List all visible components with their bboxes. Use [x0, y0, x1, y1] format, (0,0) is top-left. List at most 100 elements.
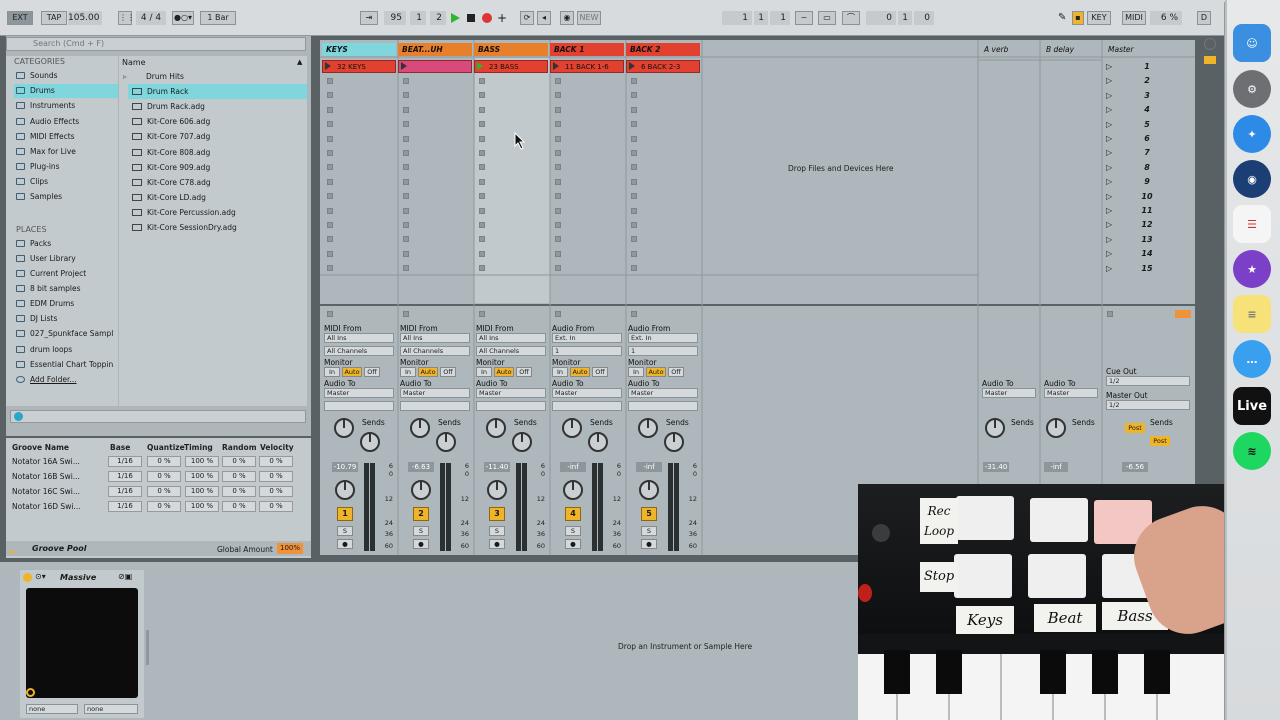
file-kit-808[interactable]: Kit-Core 808.adg	[128, 145, 307, 160]
clip-slot-stop-icon[interactable]	[631, 222, 637, 228]
cue-out-select[interactable]: 1/2	[1106, 376, 1190, 386]
monitor-off-button[interactable]: Off	[516, 367, 532, 377]
output-select[interactable]: Master	[476, 388, 546, 398]
clip-slot-stop-icon[interactable]	[631, 78, 637, 84]
macro-select-a[interactable]: none	[26, 704, 78, 714]
loop-switch-icon[interactable]: ▭	[818, 11, 836, 25]
clip-slot-stop-icon[interactable]	[403, 164, 409, 171]
file-kit-707[interactable]: Kit-Core 707.adg	[128, 129, 307, 144]
session-view-toggle-icon[interactable]	[1204, 56, 1216, 64]
groove-quantize[interactable]: 0 %	[147, 471, 181, 482]
loop-length-beat[interactable]: 1	[898, 11, 912, 25]
clip-slot-stop-icon[interactable]	[403, 265, 409, 272]
solo-button[interactable]: S	[413, 526, 429, 536]
clip-slot-stop-icon[interactable]	[555, 164, 561, 171]
reminders-icon[interactable]: ☰	[1233, 205, 1271, 243]
clip-play-icon[interactable]	[325, 62, 331, 70]
groove-row[interactable]: Notator 16B Swi... 1/16 0 % 100 % 0 % 0 …	[10, 469, 306, 484]
safari-icon[interactable]: ✦	[1233, 115, 1271, 153]
clip-slot-stop-icon[interactable]	[327, 236, 333, 243]
solo-button[interactable]: S	[337, 526, 353, 536]
clip-slot-stop-icon[interactable]	[327, 265, 333, 272]
scene-launch[interactable]: ▷ 2	[1104, 74, 1190, 88]
device-settings-icon[interactable]: ⊘▣	[118, 572, 132, 581]
groove-velocity[interactable]: 0 %	[259, 486, 293, 497]
send-a-knob[interactable]	[410, 418, 430, 438]
clip-slot-stop-icon[interactable]	[555, 265, 561, 272]
output-select[interactable]: Master	[628, 388, 698, 398]
groove-row[interactable]: Notator 16C Swi... 1/16 0 % 100 % 0 % 0 …	[10, 484, 306, 499]
return-b-send-knob[interactable]	[1046, 418, 1066, 438]
monitor-in-button[interactable]: In	[324, 367, 340, 377]
groove-base[interactable]: 1/16	[108, 501, 142, 512]
add-folder-link[interactable]: Add Folder...	[14, 373, 118, 387]
loop-length-sixteenth[interactable]: 0	[914, 11, 934, 25]
master-out-select[interactable]: 1/2	[1106, 400, 1190, 410]
output-select[interactable]: Master	[400, 388, 470, 398]
clip-slot-stop-icon[interactable]	[403, 121, 409, 128]
clip-slot-stop-icon[interactable]	[631, 178, 637, 185]
sidebar-item-essential-chart[interactable]: Essential Chart Toppin	[14, 358, 118, 372]
clip-slot-stop-icon[interactable]	[479, 106, 485, 113]
scene-launch[interactable]: ▷ 5	[1104, 118, 1190, 132]
sidebar-item-spunkface[interactable]: 027_Spunkface Sampl	[14, 327, 118, 341]
scene-launch[interactable]: ▷ 12	[1104, 218, 1190, 232]
output-select[interactable]: Master	[552, 388, 622, 398]
post-button[interactable]: Post	[1150, 436, 1170, 446]
return-a-send-knob[interactable]	[985, 418, 1005, 438]
scene-launch[interactable]: ▷ 15	[1104, 262, 1190, 276]
clip-slot-stop-icon[interactable]	[327, 135, 333, 142]
groove-timing[interactable]: 100 %	[185, 471, 219, 482]
macro-select-b[interactable]: none	[84, 704, 138, 714]
stop-all-icon[interactable]	[1107, 311, 1113, 317]
clip-slot-stop-icon[interactable]	[479, 250, 485, 257]
draw-mode-icon[interactable]: ~	[795, 11, 813, 25]
solo-button[interactable]: S	[489, 526, 505, 536]
clip-slot-stop-icon[interactable]	[631, 121, 637, 128]
sidebar-item-user-library[interactable]: User Library	[14, 252, 118, 266]
scene-launch[interactable]: ▷ 11	[1104, 204, 1190, 218]
scene-launch[interactable]: ▷ 6	[1104, 132, 1190, 146]
pan-knob[interactable]	[411, 480, 431, 500]
monitor-in-button[interactable]: In	[628, 367, 644, 377]
monitor-auto-button[interactable]: Auto	[646, 367, 666, 377]
clip-slot-stop-icon[interactable]	[479, 193, 485, 200]
clip-slot-stop-icon[interactable]	[479, 236, 485, 243]
groove-base[interactable]: 1/16	[108, 456, 142, 467]
track-header-back-1[interactable]: BACK 1	[550, 43, 624, 56]
monitor-off-button[interactable]: Off	[668, 367, 684, 377]
scene-launch[interactable]: ▷ 4	[1104, 103, 1190, 117]
position-bar[interactable]: 95	[384, 11, 406, 25]
clip-slot-stop-icon[interactable]	[403, 78, 409, 84]
clip-slot-stop-icon[interactable]	[555, 135, 561, 142]
clip-slot-stop-icon[interactable]	[327, 121, 333, 128]
groove-row[interactable]: Notator 16A Swi... 1/16 0 % 100 % 0 % 0 …	[10, 454, 306, 469]
solo-button[interactable]: S	[565, 526, 581, 536]
pan-knob[interactable]	[487, 480, 507, 500]
sidebar-item-audio-effects[interactable]: Audio Effects	[14, 115, 118, 129]
clip-slot-stop-icon[interactable]	[479, 222, 485, 228]
groove-pool-icon[interactable]: ≋	[8, 548, 16, 558]
search-input[interactable]: Search (Cmd + F)	[6, 37, 306, 51]
sidebar-item-instruments[interactable]: Instruments	[14, 99, 118, 113]
track-header-bass[interactable]: BASS	[474, 43, 548, 56]
position-sixteenth[interactable]: 2	[430, 11, 446, 25]
clip-slot-stop-icon[interactable]	[631, 106, 637, 113]
session-record-icon[interactable]: ◉	[560, 11, 574, 25]
input-select[interactable]: Ext. In	[628, 333, 698, 343]
overdub-icon[interactable]: +	[497, 11, 507, 25]
clip-slot-stop-icon[interactable]	[327, 193, 333, 200]
clip-play-icon[interactable]	[553, 62, 559, 70]
clip-slot-stop-icon[interactable]	[327, 164, 333, 171]
clip-slot-stop-icon[interactable]	[631, 236, 637, 243]
input-select[interactable]: All Ins	[400, 333, 470, 343]
clip-slot-stop-icon[interactable]	[555, 193, 561, 200]
output-channel-select[interactable]	[476, 401, 546, 411]
return-b-volume[interactable]: -inf	[1044, 462, 1068, 472]
clip-beat[interactable]	[398, 60, 472, 73]
monitor-in-button[interactable]: In	[476, 367, 492, 377]
groove-random[interactable]: 0 %	[222, 456, 256, 467]
scene-launch[interactable]: ▷ 8	[1104, 161, 1190, 175]
clip-slot-stop-icon[interactable]	[555, 250, 561, 257]
post-button[interactable]: Post	[1125, 423, 1145, 433]
